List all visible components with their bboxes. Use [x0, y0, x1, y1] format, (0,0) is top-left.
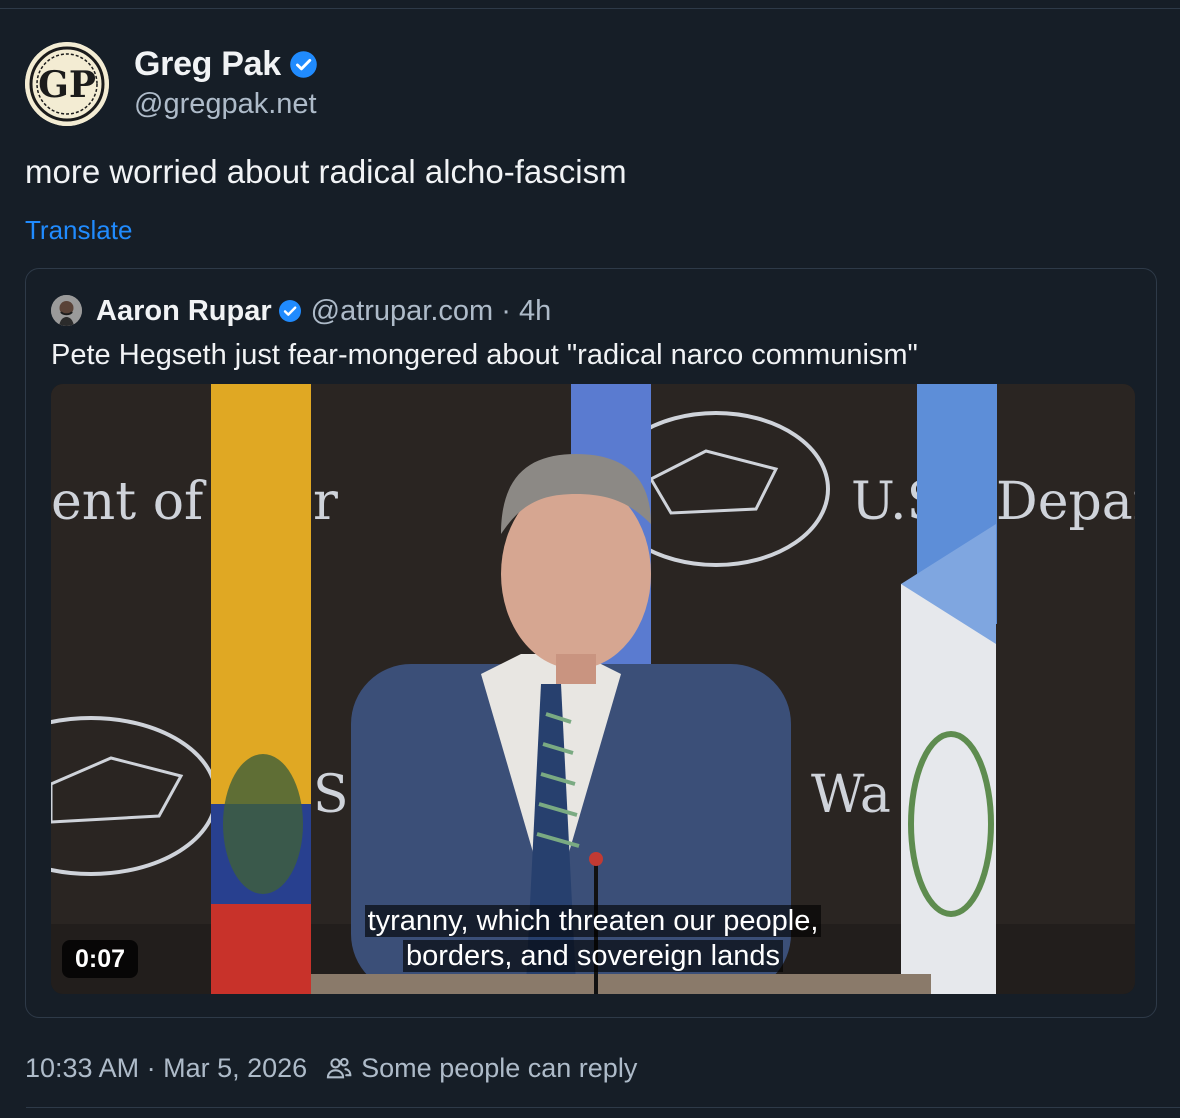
quoted-author-name[interactable]: Aaron Rupar: [96, 295, 272, 328]
author-info[interactable]: Greg Pak @gregpak.net: [134, 44, 318, 121]
reply-setting[interactable]: Some people can reply: [361, 1053, 637, 1084]
backdrop-text-left-2: r: [313, 472, 338, 532]
verified-badge-icon[interactable]: [289, 50, 318, 79]
video-caption-line-2: borders, and sovereign lands: [402, 940, 783, 972]
video-frame: ent of r U.S Depar Wa S: [51, 384, 1135, 994]
video-caption: tyranny, which threaten our people, bord…: [51, 904, 1135, 974]
bottom-divider: [26, 1107, 1180, 1108]
post-timestamp: 10:33 AM · Mar 5, 2026: [25, 1052, 308, 1083]
quoted-post[interactable]: Aaron Rupar @atrupar.com · 4h Pete Hegse…: [25, 268, 1157, 1018]
author-avatar[interactable]: GP: [25, 42, 109, 126]
backdrop-text-left: ent of: [51, 472, 207, 532]
author-display-name[interactable]: Greg Pak: [134, 45, 281, 84]
post-text: more worried about radical alcho-fascism: [25, 153, 627, 190]
translate-link[interactable]: Translate: [25, 215, 132, 246]
author-handle[interactable]: @gregpak.net: [134, 88, 318, 121]
quoted-author-handle[interactable]: @atrupar.com · 4h: [311, 295, 552, 328]
top-divider: [0, 8, 1180, 9]
backdrop-text-lower-s: S: [313, 765, 349, 825]
people-icon: [325, 1054, 353, 1082]
post-meta: 10:33 AM · Mar 5, 2026 Some people can r…: [25, 1050, 637, 1086]
video-caption-line-1: tyranny, which threaten our people,: [364, 905, 822, 937]
backdrop-text-right-2: Depar: [996, 472, 1135, 532]
quoted-verified-badge-icon: [278, 299, 302, 323]
avatar-monogram: GP: [38, 64, 96, 106]
video-player[interactable]: ent of r U.S Depar Wa S: [51, 384, 1135, 994]
quoted-author-avatar[interactable]: [51, 295, 82, 326]
quoted-post-text: Pete Hegseth just fear-mongered about "r…: [51, 339, 918, 371]
backdrop-text-lower: Wa: [811, 765, 891, 825]
